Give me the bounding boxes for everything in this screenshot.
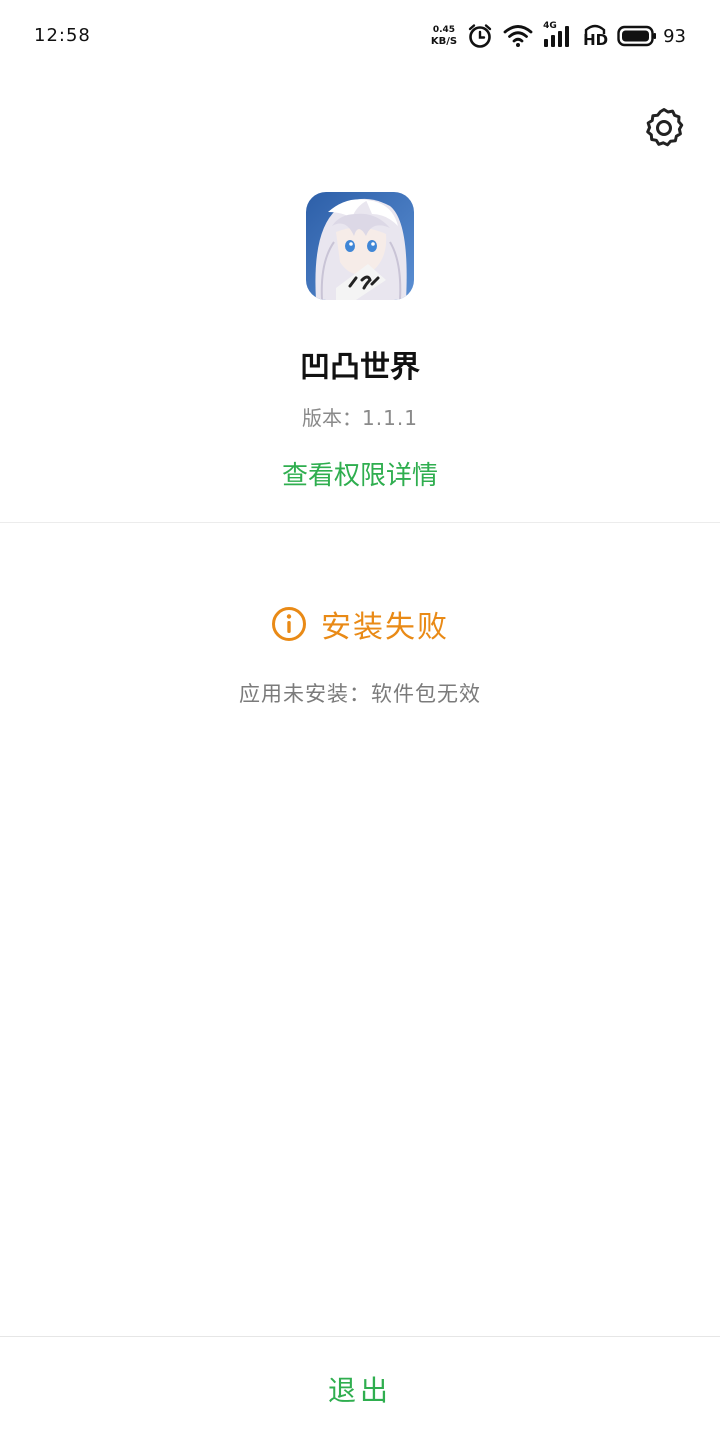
app-version: 版本：1.1.1 <box>0 402 720 431</box>
install-result: 安装失败 <box>0 604 720 645</box>
network-speed: 0.45 KB/S <box>431 25 457 47</box>
status-time: 12:58 <box>34 25 91 46</box>
view-permissions-link[interactable]: 查看权限详情 <box>0 455 720 492</box>
install-status-title: 安装失败 <box>321 610 449 645</box>
version-value: 1.1.1 <box>362 406 418 430</box>
install-error-message: 应用未安装：软件包无效 <box>239 682 481 706</box>
info-circle-icon <box>272 607 306 641</box>
alarm-icon <box>467 23 493 49</box>
status-icons: 0.45 KB/S 4G HD 93 <box>431 21 686 50</box>
exit-button[interactable]: 退出 <box>0 1337 720 1440</box>
network-speed-unit: KB/S <box>430 36 458 47</box>
hd-icon: HD <box>583 23 609 49</box>
signal-4g-icon: 4G <box>543 21 573 49</box>
hd-label: HD <box>583 31 609 49</box>
network-speed-value: 0.45 <box>432 25 456 35</box>
gear-icon <box>646 108 684 147</box>
wifi-icon <box>503 24 533 48</box>
settings-button[interactable] <box>640 104 688 152</box>
version-label: 版本： <box>302 406 363 430</box>
battery-icon <box>617 25 657 47</box>
app-name: 凹凸世界 <box>300 350 420 385</box>
app-icon <box>306 192 414 300</box>
status-bar: 12:58 0.45 KB/S 4G HD 93 <box>0 0 720 72</box>
divider <box>0 522 720 523</box>
battery-level: 93 <box>663 25 686 47</box>
